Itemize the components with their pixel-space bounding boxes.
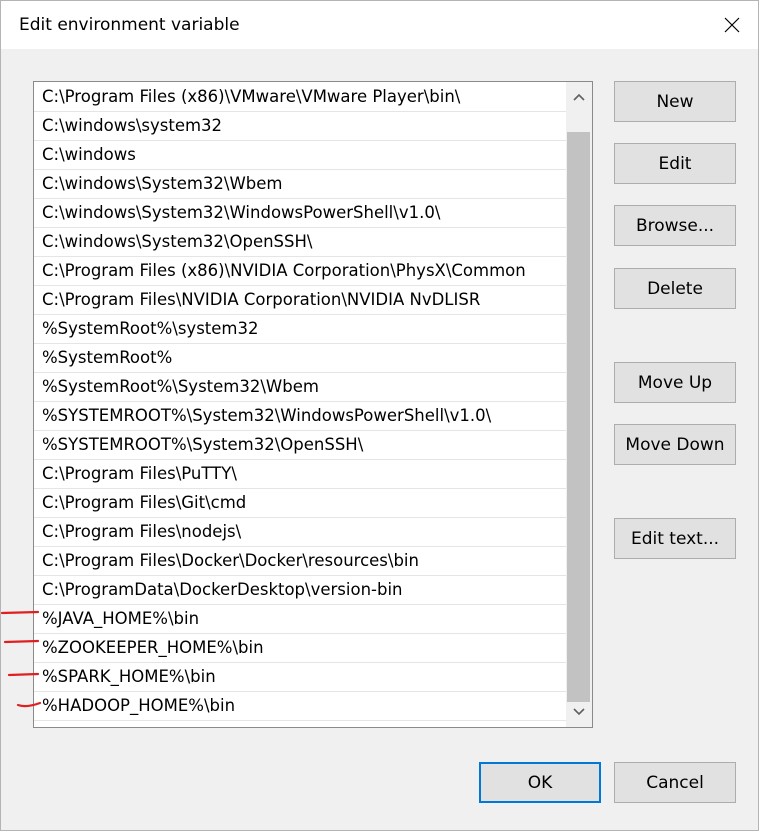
window-title: Edit environment variable — [19, 15, 240, 35]
list-item[interactable]: C:\windows\system32 — [34, 112, 566, 141]
list-item[interactable]: C:\Program Files (x86)\VMware\VMware Pla… — [34, 83, 566, 112]
edit-button[interactable]: Edit — [614, 143, 736, 184]
list-item[interactable]: %SystemRoot%\System32\Wbem — [34, 373, 566, 402]
close-button[interactable] — [709, 5, 755, 45]
list-item-text: C:\windows\System32\WindowsPowerShell\v1… — [42, 203, 441, 222]
list-item-text: C:\Program Files\Git\cmd — [42, 493, 247, 512]
list-item-text: C:\Program Files\nodejs\ — [42, 522, 242, 541]
list-item-text: %SPARK_HOME%\bin — [42, 667, 216, 686]
list-item-text: %SystemRoot%\system32 — [42, 319, 259, 338]
path-list[interactable]: C:\Program Files (x86)\VMware\VMware Pla… — [33, 81, 593, 728]
list-item-text: %ZOOKEEPER_HOME%\bin — [42, 638, 264, 657]
list-item[interactable]: C:\Program Files\Docker\Docker\resources… — [34, 547, 566, 576]
list-item-text: C:\windows — [42, 145, 136, 164]
title-bar: Edit environment variable — [1, 1, 758, 49]
list-item-text: C:\windows\System32\Wbem — [42, 174, 283, 193]
ok-button[interactable]: OK — [479, 762, 601, 803]
scroll-down-button[interactable] — [566, 697, 592, 727]
list-item[interactable]: C:\ProgramData\DockerDesktop\version-bin — [34, 576, 566, 605]
vertical-scrollbar[interactable] — [566, 82, 592, 727]
list-item[interactable]: C:\Program Files\NVIDIA Corporation\NVID… — [34, 286, 566, 315]
list-item[interactable]: C:\windows\System32\Wbem — [34, 170, 566, 199]
list-item[interactable]: %SystemRoot% — [34, 344, 566, 373]
list-item[interactable]: %SYSTEMROOT%\System32\OpenSSH\ — [34, 431, 566, 460]
delete-button[interactable]: Delete — [614, 268, 736, 309]
list-item[interactable]: C:\windows\System32\OpenSSH\ — [34, 228, 566, 257]
new-button[interactable]: New — [614, 81, 736, 122]
list-item[interactable]: %SYSTEMROOT%\System32\WindowsPowerShell\… — [34, 402, 566, 431]
list-item[interactable]: C:\Program Files (x86)\NVIDIA Corporatio… — [34, 257, 566, 286]
list-item[interactable]: %SystemRoot%\system32 — [34, 315, 566, 344]
list-item-text: %SYSTEMROOT%\System32\OpenSSH\ — [42, 435, 364, 454]
list-item-text: C:\Program Files (x86)\VMware\VMware Pla… — [42, 87, 461, 106]
list-item-text: %HADOOP_HOME%\bin — [42, 696, 236, 715]
list-item-text: %JAVA_HOME%\bin — [42, 609, 200, 628]
edit-env-variable-dialog: Edit environment variable C:\Program Fil… — [0, 0, 759, 831]
list-item-text: C:\Program Files\NVIDIA Corporation\NVID… — [42, 290, 481, 309]
chevron-down-icon — [573, 708, 585, 716]
list-item-text: %SystemRoot%\System32\Wbem — [42, 377, 319, 396]
edit-text-button[interactable]: Edit text... — [614, 518, 736, 559]
scrollbar-thumb[interactable] — [567, 132, 590, 702]
list-item-text: C:\ProgramData\DockerDesktop\version-bin — [42, 580, 403, 599]
move-down-button[interactable]: Move Down — [614, 424, 736, 465]
list-item[interactable]: C:\windows\System32\WindowsPowerShell\v1… — [34, 199, 566, 228]
list-item-text: C:\Program Files (x86)\NVIDIA Corporatio… — [42, 261, 526, 280]
list-item[interactable]: C:\Program Files\PuTTY\ — [34, 460, 566, 489]
move-up-button[interactable]: Move Up — [614, 362, 736, 403]
list-item[interactable]: C:\Program Files\nodejs\ — [34, 518, 566, 547]
list-item[interactable]: %JAVA_HOME%\bin — [34, 605, 566, 634]
scroll-up-button[interactable] — [566, 82, 592, 112]
list-item[interactable]: %SPARK_HOME%\bin — [34, 663, 566, 692]
handwritten-annotation-marks — [0, 610, 42, 708]
list-item-text: C:\Program Files\PuTTY\ — [42, 464, 237, 483]
list-item-text: C:\windows\system32 — [42, 116, 223, 135]
list-item[interactable]: %HADOOP_HOME%\bin — [34, 692, 566, 721]
chevron-up-icon — [573, 93, 585, 101]
list-item-text: C:\Program Files\Docker\Docker\resources… — [42, 551, 419, 570]
list-item[interactable]: C:\windows — [34, 141, 566, 170]
list-item-text: %SystemRoot% — [42, 348, 173, 367]
browse-button[interactable]: Browse... — [614, 205, 736, 246]
list-item[interactable]: C:\Program Files\Git\cmd — [34, 489, 566, 518]
list-item[interactable]: %ZOOKEEPER_HOME%\bin — [34, 634, 566, 663]
close-icon — [724, 17, 740, 33]
cancel-button[interactable]: Cancel — [614, 762, 736, 803]
list-item-text: C:\windows\System32\OpenSSH\ — [42, 232, 313, 251]
list-item-text: %SYSTEMROOT%\System32\WindowsPowerShell\… — [42, 406, 492, 425]
